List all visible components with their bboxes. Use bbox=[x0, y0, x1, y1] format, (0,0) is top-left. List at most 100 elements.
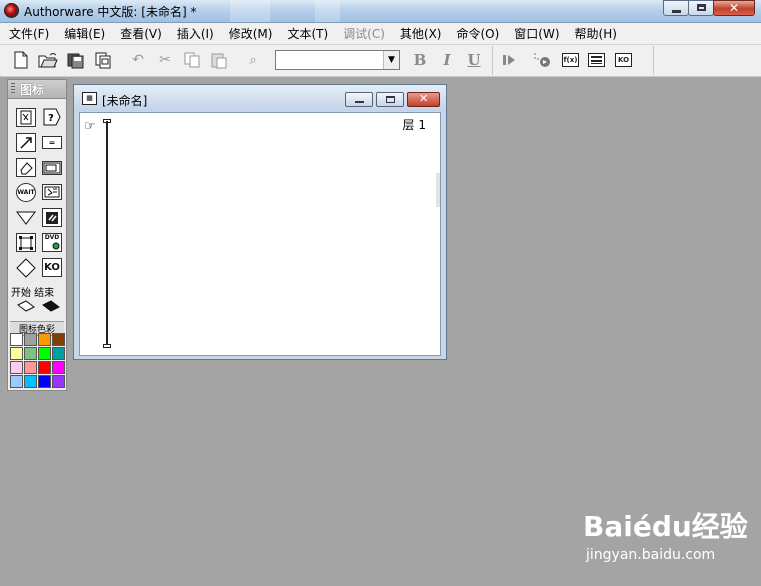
design-window-minimize-button[interactable] bbox=[345, 92, 373, 107]
chevron-down-icon[interactable]: ▼ bbox=[383, 51, 399, 69]
decision-icon[interactable] bbox=[16, 257, 36, 278]
color-swatch[interactable] bbox=[52, 333, 65, 346]
menu-item[interactable]: 窗口(W) bbox=[505, 25, 565, 42]
color-swatch[interactable] bbox=[24, 347, 37, 360]
minimize-icon bbox=[355, 101, 364, 103]
window-title: Authorware 中文版: [未命名] * bbox=[24, 5, 197, 19]
color-swatch[interactable] bbox=[10, 375, 23, 388]
map-icon[interactable] bbox=[42, 161, 62, 175]
menu-item[interactable]: 编辑(E) bbox=[55, 25, 111, 42]
import-button[interactable] bbox=[93, 50, 113, 70]
menu-item[interactable]: 其他(X) bbox=[391, 25, 448, 42]
paste-hand-icon[interactable]: ☞ bbox=[84, 119, 96, 134]
color-swatch[interactable] bbox=[38, 361, 51, 374]
canvas-edge-marker bbox=[436, 173, 440, 207]
video-label: DVD bbox=[44, 234, 60, 241]
main-flowline[interactable] bbox=[106, 121, 108, 345]
color-swatch[interactable] bbox=[24, 375, 37, 388]
caption-buttons: ✕ bbox=[663, 0, 755, 18]
calculation-icon[interactable]: = bbox=[42, 136, 62, 149]
framework-icon[interactable] bbox=[16, 233, 36, 252]
color-swatch[interactable] bbox=[10, 347, 23, 360]
menu-item[interactable]: 文件(F) bbox=[0, 25, 55, 42]
find-button[interactable]: ⌕ bbox=[243, 50, 263, 70]
design-window-buttons: ✕ bbox=[342, 92, 440, 107]
menu-item[interactable]: 修改(M) bbox=[220, 25, 279, 42]
flowline-canvas[interactable]: ☞ 层 1 bbox=[79, 112, 441, 356]
start-end-label: 开始 结束 bbox=[11, 288, 55, 299]
close-button[interactable]: ✕ bbox=[713, 0, 755, 16]
knowledge-object-icon[interactable]: KO bbox=[42, 258, 62, 277]
interaction-icon[interactable]: ? bbox=[42, 108, 62, 127]
bold-button[interactable]: B bbox=[410, 50, 430, 70]
calculation-label: = bbox=[48, 138, 56, 147]
menu-item[interactable]: 帮助(H) bbox=[566, 25, 623, 42]
functions-button[interactable]: f(x) bbox=[562, 53, 579, 67]
video-icon[interactable]: DVD bbox=[42, 233, 62, 252]
color-swatch[interactable] bbox=[38, 375, 51, 388]
design-window-icon: ▦ bbox=[82, 92, 97, 105]
paste-icon bbox=[211, 53, 227, 69]
save-all-button[interactable] bbox=[66, 50, 86, 70]
copy-button[interactable] bbox=[182, 50, 202, 70]
toolbar-separator bbox=[492, 46, 493, 75]
sound-icon[interactable] bbox=[42, 208, 62, 227]
svg-text:?: ? bbox=[48, 113, 54, 124]
color-swatch[interactable] bbox=[52, 347, 65, 360]
undo-button[interactable]: ↶ bbox=[128, 50, 148, 70]
new-file-icon bbox=[14, 51, 28, 69]
menu-item[interactable]: 查看(V) bbox=[111, 25, 168, 42]
menu-item[interactable]: 插入(I) bbox=[168, 25, 220, 42]
color-swatch[interactable] bbox=[52, 375, 65, 388]
text-style-combo[interactable]: ▼ bbox=[275, 50, 400, 70]
control-panel-icon bbox=[534, 53, 550, 67]
erase-icon[interactable] bbox=[16, 158, 36, 177]
color-swatch[interactable] bbox=[52, 361, 65, 374]
knowledge-objects-button[interactable]: KO bbox=[615, 53, 632, 67]
control-panel-button[interactable] bbox=[532, 50, 552, 70]
wait-icon[interactable]: WAIT bbox=[16, 183, 36, 202]
color-swatch[interactable] bbox=[38, 333, 51, 346]
variables-button[interactable] bbox=[588, 53, 605, 67]
underline-button[interactable]: U bbox=[464, 50, 484, 70]
start-flag-icon[interactable] bbox=[16, 299, 36, 313]
end-flag-icon[interactable] bbox=[41, 299, 61, 313]
digital-movie-icon[interactable] bbox=[42, 184, 62, 200]
italic-button[interactable]: I bbox=[437, 50, 457, 70]
maximize-icon bbox=[386, 96, 395, 103]
open-file-button[interactable] bbox=[38, 50, 58, 70]
maximize-icon bbox=[697, 4, 706, 11]
design-window-close-button[interactable]: ✕ bbox=[407, 92, 440, 107]
find-icon: ⌕ bbox=[249, 52, 257, 68]
palette-header[interactable]: 图标 bbox=[8, 80, 66, 99]
menu-bar: 文件(F) 编辑(E) 查看(V) 插入(I) 修改(M) 文本(T) 调试(C) 其他(X)… bbox=[0, 23, 761, 45]
cut-button[interactable]: ✂ bbox=[155, 50, 175, 70]
palette-grip-icon[interactable] bbox=[11, 83, 15, 95]
design-window-titlebar[interactable]: ▦ [未命名] ✕ bbox=[74, 85, 446, 111]
color-swatch[interactable] bbox=[10, 333, 23, 346]
display-icon[interactable] bbox=[16, 108, 36, 127]
icon-palette: 图标 ? = WAIT DVD KO 开始 结束 图标色彩 bbox=[7, 79, 67, 391]
navigate-icon[interactable] bbox=[16, 208, 36, 227]
maximize-button[interactable] bbox=[688, 0, 714, 16]
new-file-button[interactable] bbox=[11, 50, 31, 70]
restart-button[interactable] bbox=[499, 50, 519, 70]
minimize-button[interactable] bbox=[663, 0, 689, 16]
color-swatch[interactable] bbox=[38, 347, 51, 360]
menu-item[interactable]: 文本(T) bbox=[278, 25, 334, 42]
menu-item[interactable]: 调试(C) bbox=[334, 25, 391, 42]
undo-icon: ↶ bbox=[132, 52, 144, 68]
color-swatch[interactable] bbox=[24, 361, 37, 374]
open-folder-icon bbox=[38, 53, 58, 68]
palette-title: 图标 bbox=[20, 82, 45, 97]
authorware-app-icon[interactable] bbox=[4, 3, 19, 18]
color-swatch[interactable] bbox=[10, 361, 23, 374]
restart-icon bbox=[503, 55, 515, 65]
color-swatch[interactable] bbox=[24, 333, 37, 346]
design-window-maximize-button[interactable] bbox=[376, 92, 404, 107]
motion-icon[interactable] bbox=[16, 133, 36, 152]
menu-item[interactable]: 命令(O) bbox=[447, 25, 505, 42]
variables-icon bbox=[591, 56, 602, 64]
paste-button[interactable] bbox=[209, 50, 229, 70]
close-icon: ✕ bbox=[729, 1, 740, 15]
